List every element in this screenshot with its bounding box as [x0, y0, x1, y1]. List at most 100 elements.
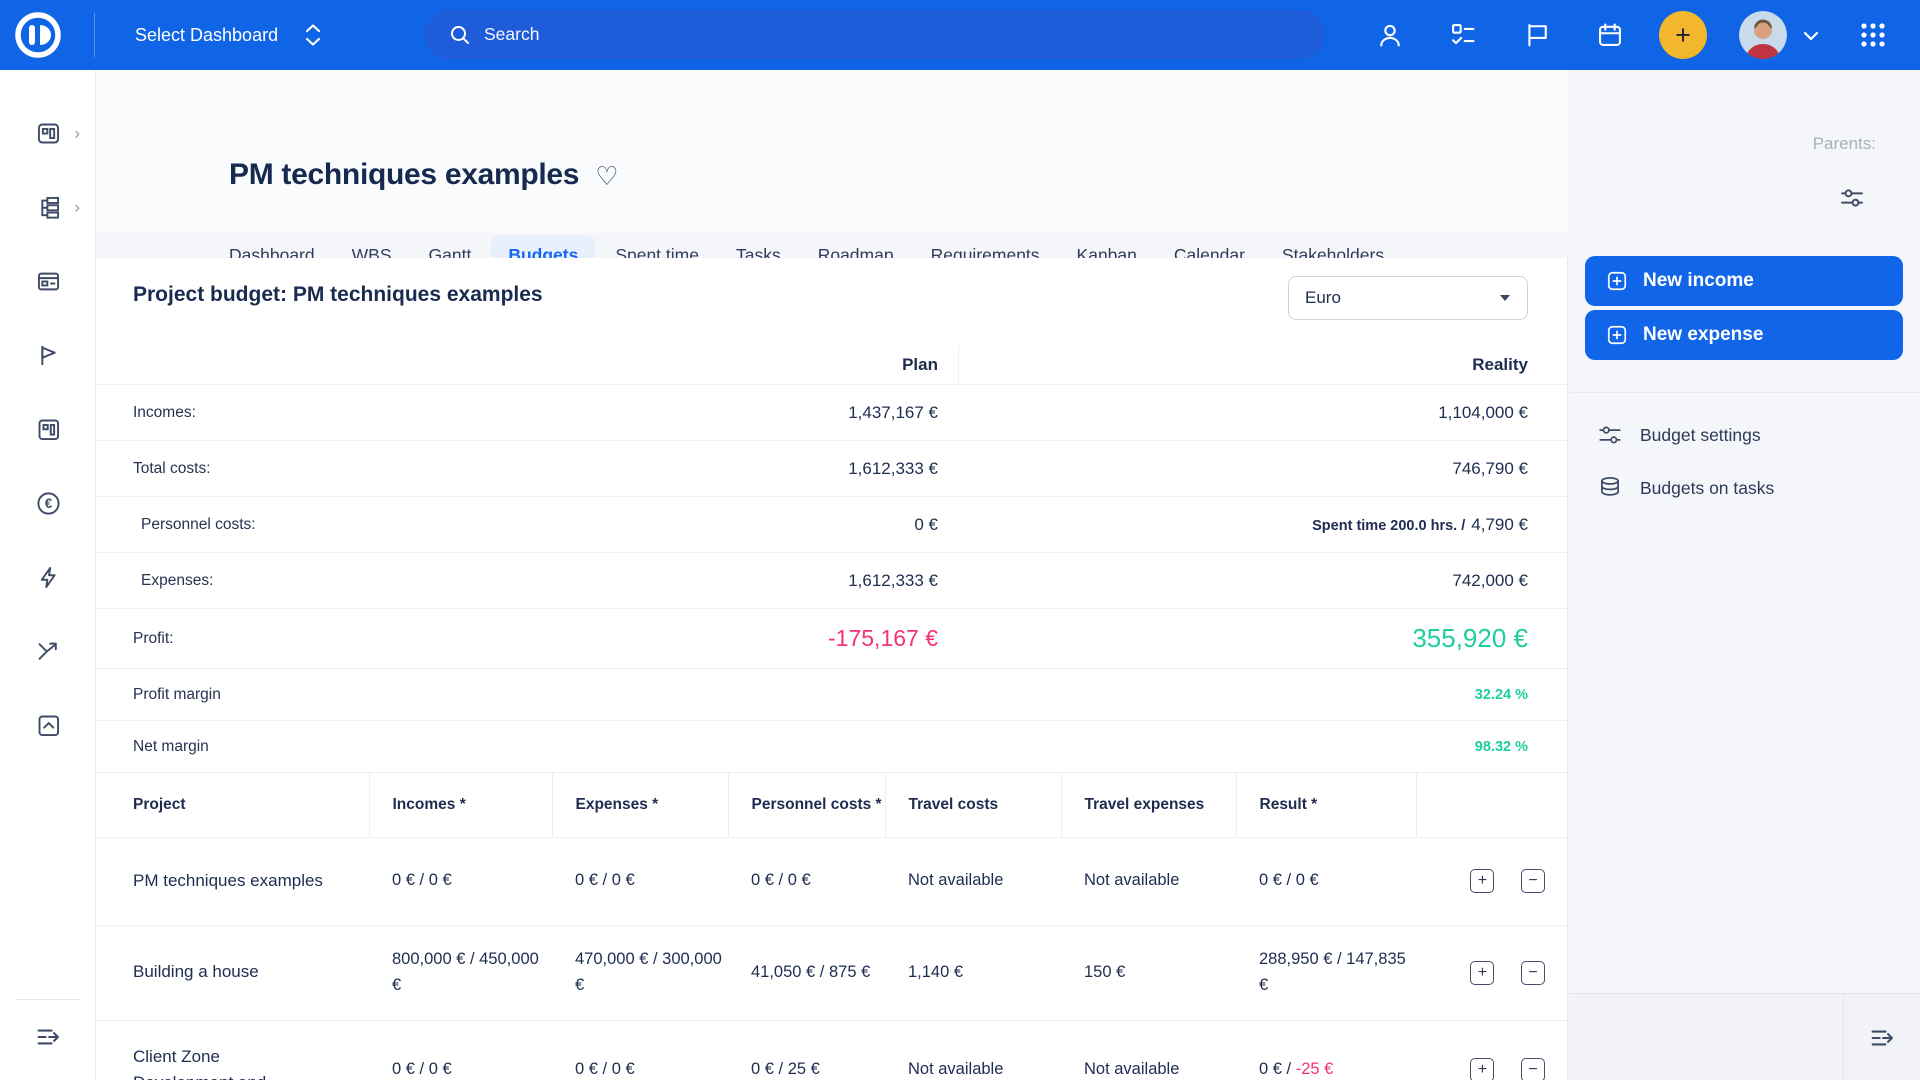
database-icon [1597, 475, 1623, 501]
summary-header-row: Plan Reality [96, 345, 1567, 385]
profile-menu-chevron[interactable] [1800, 28, 1822, 44]
user-icon [1376, 21, 1404, 49]
sidebar-item-boards[interactable] [0, 392, 96, 466]
add-row-button[interactable]: + [1470, 1058, 1494, 1080]
dashboard-selector[interactable]: Select Dashboard [135, 0, 322, 70]
tree-structure-icon [35, 194, 62, 221]
sidebar-expand-button[interactable] [34, 1023, 62, 1051]
sliders-icon [1597, 422, 1623, 448]
sidebar-item-sprints[interactable] [0, 318, 96, 392]
left-sidebar: › › [0, 70, 96, 1080]
col-personnel-costs: Personnel costs * [728, 773, 885, 837]
panel-divider [1569, 392, 1920, 393]
summary-row-expenses: Expenses: 1,612,333 € 742,000 € [96, 553, 1567, 609]
add-row-button[interactable]: + [1470, 869, 1494, 893]
summary-row-incomes: Incomes: 1,437,167 € 1,104,000 € [96, 385, 1567, 441]
quick-add-button[interactable]: + [1659, 11, 1707, 59]
currency-value: Euro [1305, 288, 1499, 308]
favorite-heart-icon[interactable]: ♡ [595, 161, 618, 192]
flag-icon [1523, 21, 1551, 49]
sidebar-item-project-tree[interactable]: › [0, 170, 96, 244]
col-expenses: Expenses * [552, 773, 728, 837]
search-bar[interactable] [425, 10, 1325, 59]
profit-plan-value: -175,167 € [433, 625, 958, 652]
app-screen: Select Dashboard [0, 0, 1920, 1080]
col-result: Result * [1236, 773, 1416, 837]
summary-row-net-margin: Net margin 98.32 % [96, 721, 1567, 773]
parents-label: Parents: [1813, 134, 1876, 154]
profit-reality-value: 355,920 € [958, 623, 1568, 654]
spent-time-note: Spent time 200.0 hrs. / [1312, 518, 1465, 534]
view-settings-button[interactable] [1838, 184, 1866, 212]
negative-result-value: -25 € [1296, 1060, 1334, 1078]
project-header: PM techniques examples ♡ Dashboard WBS G… [96, 70, 1568, 233]
dashboard-selector-label: Select Dashboard [135, 25, 278, 46]
table-row: Client Zone Development and 0 € / 0 € 0 … [96, 1020, 1568, 1080]
project-link[interactable]: PM techniques examples [133, 871, 323, 890]
expand-menu-icon [1868, 1024, 1896, 1052]
chevron-right-icon: › [74, 125, 80, 142]
sidebar-divider [16, 999, 80, 1000]
col-actions [1416, 773, 1568, 837]
grid-dots-icon [1859, 21, 1887, 49]
calendar-button[interactable] [1596, 21, 1624, 49]
flags-button[interactable] [1523, 21, 1551, 49]
lightning-icon [35, 564, 62, 591]
sidebar-item-pages[interactable] [0, 244, 96, 318]
sidebar-item-workflow[interactable] [0, 614, 96, 688]
profile-button[interactable] [1376, 21, 1404, 49]
dashboard-icon [35, 120, 62, 147]
col-incomes: Incomes * [369, 773, 552, 837]
app-logo[interactable] [12, 9, 64, 61]
remove-row-button[interactable]: − [1521, 961, 1545, 985]
activity-bottom-bar [1569, 993, 1920, 1080]
sidebar-item-automation[interactable] [0, 540, 96, 614]
svg-text:€: € [44, 496, 52, 511]
chevron-right-icon: › [74, 199, 80, 216]
budget-settings-link[interactable]: Budget settings [1597, 420, 1761, 450]
square-plus-icon [1606, 270, 1628, 292]
avatar[interactable] [1739, 11, 1787, 59]
search-input[interactable] [484, 24, 1264, 45]
page-title: PM techniques examples [229, 158, 579, 192]
summary-row-personnel-costs: Personnel costs: 0 € Spent time 200.0 hr… [96, 497, 1567, 553]
branch-arrows-icon [35, 638, 62, 665]
plus-icon: + [1675, 20, 1691, 50]
topbar: Select Dashboard [0, 0, 1920, 70]
table-row: PM techniques examples 0 € / 0 € 0 € / 0… [96, 837, 1568, 925]
sidebar-item-dashboards[interactable]: › [0, 96, 96, 170]
checklist-icon [1449, 21, 1477, 49]
currency-select[interactable]: Euro [1288, 276, 1528, 320]
tasks-button[interactable] [1449, 21, 1477, 49]
panels-icon [35, 416, 62, 443]
new-income-button[interactable]: New income [1585, 256, 1903, 306]
new-expense-button[interactable]: New expense [1585, 310, 1903, 360]
budget-summary: Plan Reality Incomes: 1,437,167 € 1,104,… [96, 345, 1567, 773]
summary-row-total-costs: Total costs: 1,612,333 € 746,790 € [96, 441, 1567, 497]
expand-menu-icon [34, 1023, 62, 1051]
summary-row-profit-margin: Profit margin 32.24 % [96, 669, 1567, 721]
euro-icon: € [35, 490, 62, 517]
budgets-on-tasks-link[interactable]: Budgets on tasks [1597, 473, 1774, 503]
topbar-divider [94, 13, 95, 57]
budget-heading: Project budget: PM techniques examples [133, 283, 543, 307]
summary-row-profit: Profit: -175,167 € 355,920 € [96, 609, 1567, 669]
table-header-row: Project Incomes * Expenses * Personnel c… [96, 773, 1568, 837]
plan-column-header: Plan [433, 355, 958, 375]
panel-expand-button[interactable] [1843, 994, 1920, 1080]
sidebar-item-top-level[interactable] [0, 688, 96, 762]
remove-row-button[interactable]: − [1521, 1058, 1545, 1080]
add-row-button[interactable]: + [1470, 961, 1494, 985]
browser-window-icon [35, 268, 62, 295]
milestone-flag-icon [35, 342, 62, 369]
easy-project-logo-icon [12, 9, 64, 61]
square-plus-icon [1606, 324, 1628, 346]
project-link[interactable]: Building a house [133, 962, 259, 981]
chevron-down-icon [1800, 28, 1822, 44]
box-chevron-up-icon [35, 712, 62, 739]
sidebar-item-budgets[interactable]: € [0, 466, 96, 540]
project-link[interactable]: Client Zone Development and [133, 1044, 283, 1080]
sliders-icon [1838, 184, 1866, 212]
remove-row-button[interactable]: − [1521, 869, 1545, 893]
apps-grid-button[interactable] [1859, 21, 1887, 49]
